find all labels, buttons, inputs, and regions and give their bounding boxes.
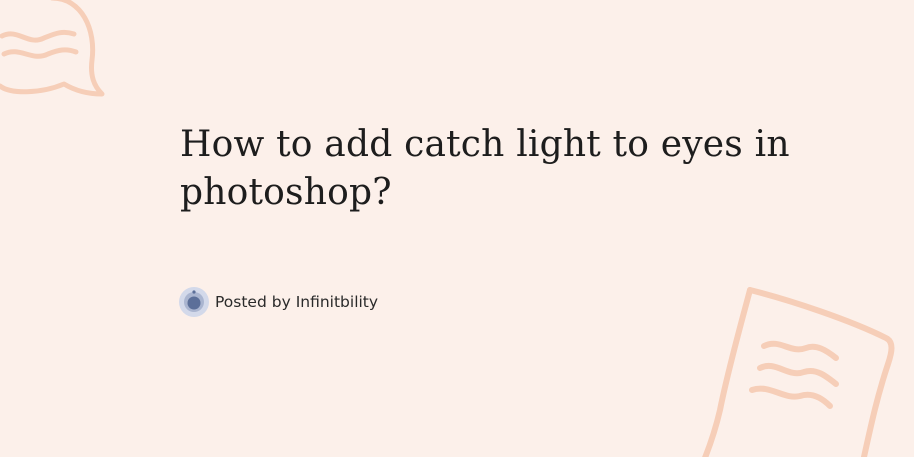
post-card: How to add catch light to eyes in photos… (0, 0, 914, 457)
note-squiggle-icon (702, 287, 895, 457)
author-name[interactable]: Infinitbility (296, 293, 378, 311)
speech-bubble-squiggle-icon (0, 0, 105, 97)
post-title: How to add catch light to eyes in photos… (180, 124, 790, 213)
posted-by-label: Posted by (215, 293, 291, 311)
author-byline-text: Posted by Infinitbility (215, 293, 378, 311)
author-byline[interactable]: Posted by Infinitbility (178, 284, 378, 320)
avatar-icon (179, 287, 209, 317)
